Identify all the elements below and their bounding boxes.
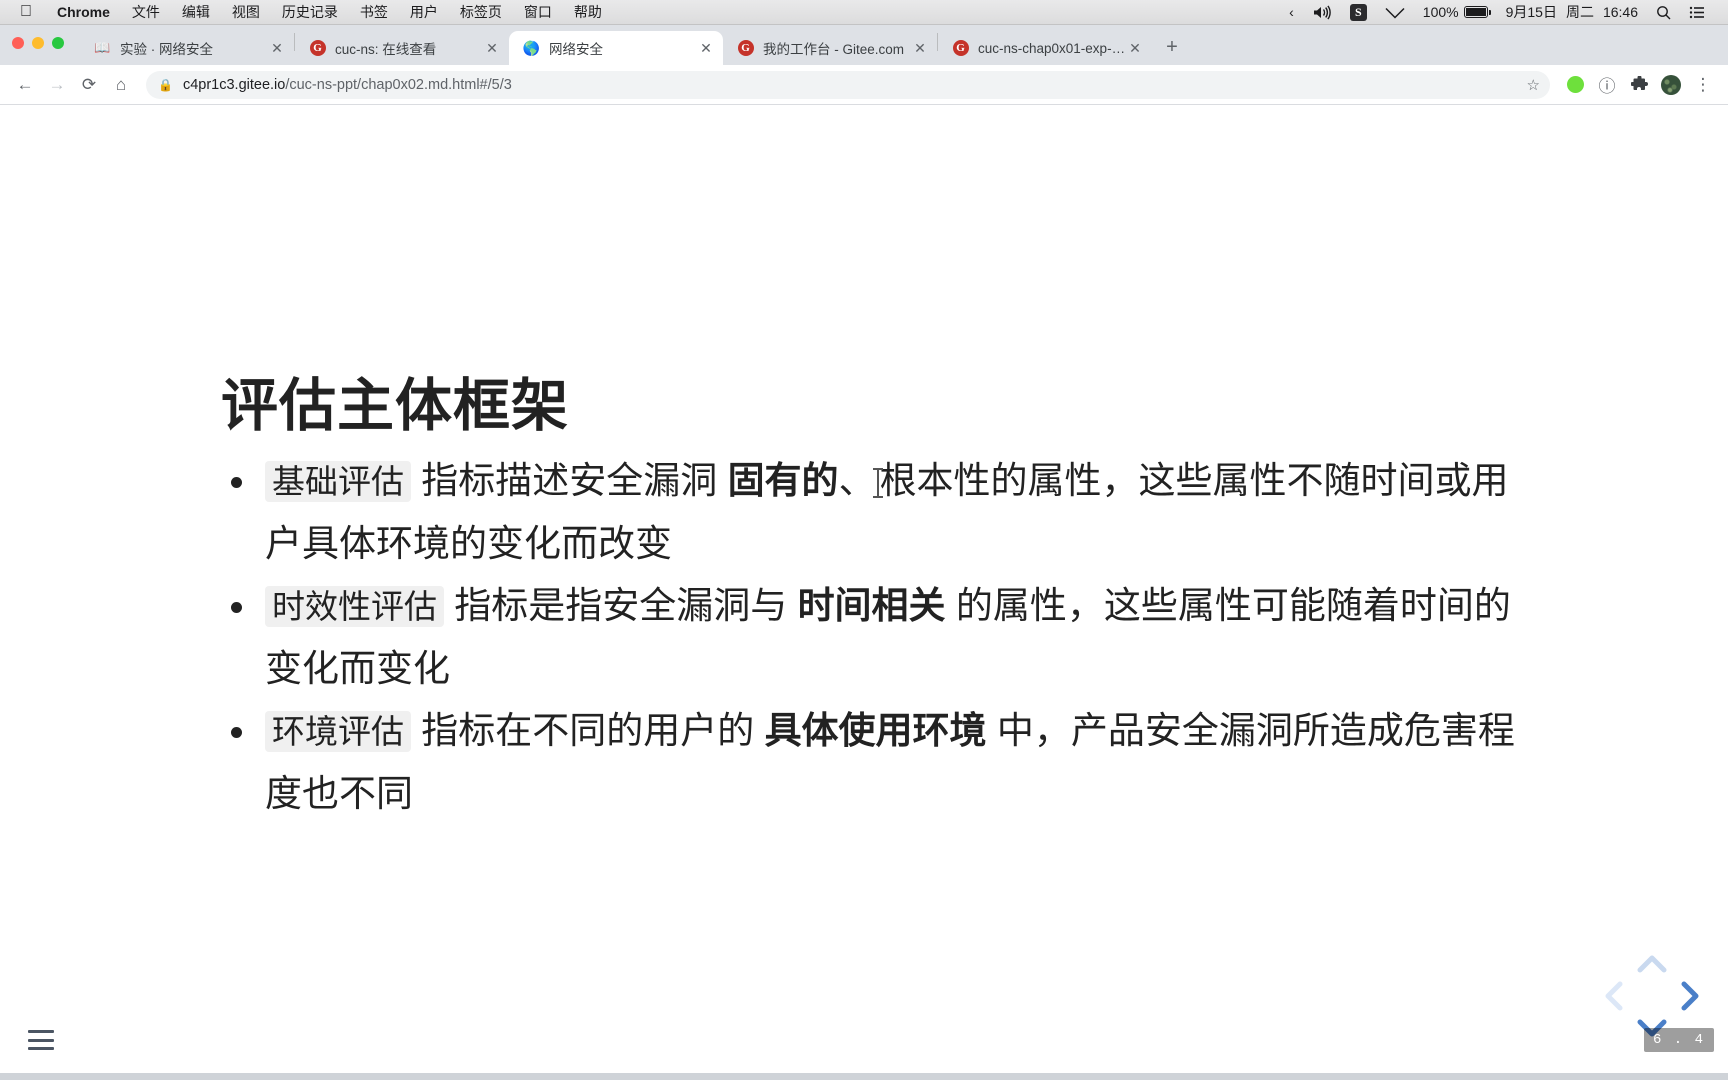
bullet-text-part1: 指标描述安全漏洞 — [411, 460, 728, 501]
menu-item-profiles[interactable]: 用户 — [399, 0, 449, 25]
list-item: 环境评估 指标在不同的用户的 具体使用环境 中，产品安全漏洞所造成危害程度也不同 — [221, 700, 1528, 825]
menu-bar-time[interactable]: 16:46 — [1603, 4, 1647, 20]
browser-toolbar: ← → ⟳ ⌂ 🔒 c4pr1c3.gitee.io /cuc-ns-ppt/c… — [0, 65, 1728, 105]
menu-item-help[interactable]: 帮助 — [563, 0, 613, 25]
menu-item-window[interactable]: 窗口 — [513, 0, 563, 25]
puzzle-icon[interactable] — [1624, 70, 1654, 100]
sogou-input-glyph: S — [1349, 3, 1367, 21]
gitee-icon: G — [309, 40, 326, 57]
book-icon: 📖 — [94, 40, 111, 55]
menu-app-name[interactable]: Chrome — [46, 0, 121, 25]
bullet-text-part1: 指标是指安全漏洞与 — [444, 585, 798, 626]
maximize-window-button[interactable] — [52, 37, 64, 49]
menu-item-bookmarks[interactable]: 书签 — [349, 0, 399, 25]
menu-bar-status-items: ‹ S 100% 9月15日 周二 16:46 — [1280, 2, 1718, 22]
bullet-tag: 环境评估 — [265, 711, 411, 752]
slide-navigation-controls: 6 . 4 — [1590, 948, 1714, 1058]
reload-button[interactable]: ⟳ — [74, 70, 104, 100]
bullet-tag: 时效性评估 — [265, 586, 444, 627]
wifi-icon[interactable] — [1376, 5, 1414, 19]
bullet-emphasis: 具体使用环境 — [764, 710, 987, 751]
chrome-window: 📖 实验 · 网络安全 ✕ G cuc-ns: 在线查看 ✕ 🌎 网络安全 ✕ … — [0, 25, 1728, 1080]
page-title: 评估主体框架 — [221, 374, 569, 438]
gitee-icon: G — [737, 40, 754, 57]
tab-close-icon[interactable]: ✕ — [483, 39, 501, 57]
tab-title: 我的工作台 - Gitee.com — [763, 42, 905, 57]
forward-button[interactable]: → — [42, 70, 72, 100]
new-tab-button[interactable]: + — [1158, 33, 1186, 61]
tab-0[interactable]: 📖 实验 · 网络安全 ✕ — [80, 31, 294, 65]
menu-item-edit[interactable]: 编辑 — [171, 0, 221, 25]
control-center-icon[interactable] — [1680, 6, 1714, 19]
window-bottom-edge — [0, 1073, 1728, 1080]
battery-percent-label: 100% — [1422, 4, 1459, 20]
battery-icon — [1463, 6, 1491, 18]
gitee-icon: G — [952, 40, 969, 57]
tab-close-icon[interactable]: ✕ — [911, 39, 929, 57]
menu-bar-left:  Chrome 文件 编辑 视图 历史记录 书签 用户 标签页 窗口 帮助 — [10, 0, 613, 25]
info-extension-icon[interactable]: ⓘ — [1592, 70, 1622, 100]
menu-item-tab[interactable]: 标签页 — [449, 0, 513, 25]
volume-icon[interactable] — [1303, 4, 1341, 20]
search-icon[interactable] — [1647, 5, 1680, 20]
globe-icon: 🌎 — [522, 39, 541, 56]
bullet-emphasis: 固有的 — [727, 460, 839, 501]
tab-4[interactable]: G cuc-ns-chap0x01-exp-clip - f ✕ — [938, 31, 1152, 65]
menu-bar-weekday[interactable]: 周二 — [1566, 2, 1603, 22]
bullet-text-part2: 、 — [838, 460, 876, 501]
tab-close-icon[interactable]: ✕ — [697, 39, 715, 57]
page-viewport: 评估主体框架 基础评估 指标描述安全漏洞 固有的、 根本性的属性，这些属性不随时间… — [0, 105, 1728, 1080]
tab-title: 实验 · 网络安全 — [120, 42, 213, 57]
tab-2-active[interactable]: 🌎 网络安全 ✕ — [509, 31, 723, 65]
reveal-slide: 评估主体框架 基础评估 指标描述安全漏洞 固有的、 根本性的属性，这些属性不随时间… — [0, 105, 1728, 1080]
macos-menu-bar:  Chrome 文件 编辑 视图 历史记录 书签 用户 标签页 窗口 帮助 ‹… — [0, 0, 1728, 25]
window-traffic-lights — [12, 37, 64, 49]
tab-close-icon[interactable]: ✕ — [268, 39, 286, 57]
green-extension-icon[interactable] — [1560, 70, 1590, 100]
bullet-emphasis: 时间相关 — [797, 585, 946, 626]
url-host: c4pr1c3.gitee.io — [182, 76, 286, 93]
menu-item-history[interactable]: 历史记录 — [271, 0, 349, 25]
close-window-button[interactable] — [12, 37, 24, 49]
bullet-text-part1: 指标在不同的用户的 — [411, 710, 765, 751]
menu-item-file[interactable]: 文件 — [121, 0, 171, 25]
url-path: /cuc-ns-ppt/chap0x02.md.html#/5/3 — [285, 76, 512, 93]
nav-left-arrow-icon[interactable] — [1598, 979, 1632, 1013]
tabs-container: 📖 实验 · 网络安全 ✕ G cuc-ns: 在线查看 ✕ 🌎 网络安全 ✕ … — [80, 25, 1186, 65]
input-method-icon[interactable]: S — [1341, 3, 1376, 21]
lock-icon: 🔒 — [158, 77, 173, 92]
address-bar[interactable]: 🔒 c4pr1c3.gitee.io /cuc-ns-ppt/chap0x02.… — [146, 70, 1550, 99]
tab-close-icon[interactable]: ✕ — [1126, 39, 1144, 57]
apple-logo-icon[interactable]:  — [10, 4, 46, 20]
tab-1[interactable]: G cuc-ns: 在线查看 ✕ — [295, 31, 509, 65]
nav-right-arrow-icon[interactable] — [1672, 979, 1706, 1013]
menu-bar-date[interactable]: 9月15日 — [1497, 2, 1566, 22]
bookmark-star-icon[interactable]: ☆ — [1527, 76, 1540, 94]
slide-number-badge[interactable]: 6 . 4 — [1643, 1028, 1714, 1052]
menu-item-view[interactable]: 视图 — [221, 0, 271, 25]
profile-avatar[interactable] — [1656, 70, 1686, 100]
chevron-left-icon[interactable]: ‹ — [1280, 4, 1303, 20]
tab-3[interactable]: G 我的工作台 - Gitee.com ✕ — [723, 31, 937, 65]
battery-status[interactable]: 100% — [1414, 4, 1497, 20]
tab-title: cuc-ns: 在线查看 — [335, 42, 437, 57]
bullet-text-part2 — [946, 585, 956, 626]
home-button[interactable]: ⌂ — [106, 70, 136, 100]
chrome-menu-button[interactable]: ⋮ — [1688, 70, 1718, 100]
bullet-text-part2 — [987, 710, 997, 751]
text-cursor-icon — [872, 468, 883, 498]
nav-up-arrow-icon[interactable] — [1635, 948, 1669, 982]
slide-menu-button[interactable] — [28, 1030, 54, 1050]
tab-title: 网络安全 — [549, 42, 603, 57]
tab-title: cuc-ns-chap0x01-exp-clip - f — [978, 40, 1126, 56]
list-item: 时效性评估 指标是指安全漏洞与 时间相关 的属性，这些属性可能随着时间的变化而变… — [221, 575, 1528, 700]
bullet-tag: 基础评估 — [265, 461, 411, 502]
tab-strip: 📖 实验 · 网络安全 ✕ G cuc-ns: 在线查看 ✕ 🌎 网络安全 ✕ … — [0, 25, 1728, 65]
bullet-list: 基础评估 指标描述安全漏洞 固有的、 根本性的属性，这些属性不随时间或用户具体环境… — [221, 450, 1528, 825]
back-button[interactable]: ← — [10, 70, 40, 100]
minimize-window-button[interactable] — [32, 37, 44, 49]
list-item: 基础评估 指标描述安全漏洞 固有的、 根本性的属性，这些属性不随时间或用户具体环境… — [221, 450, 1528, 575]
